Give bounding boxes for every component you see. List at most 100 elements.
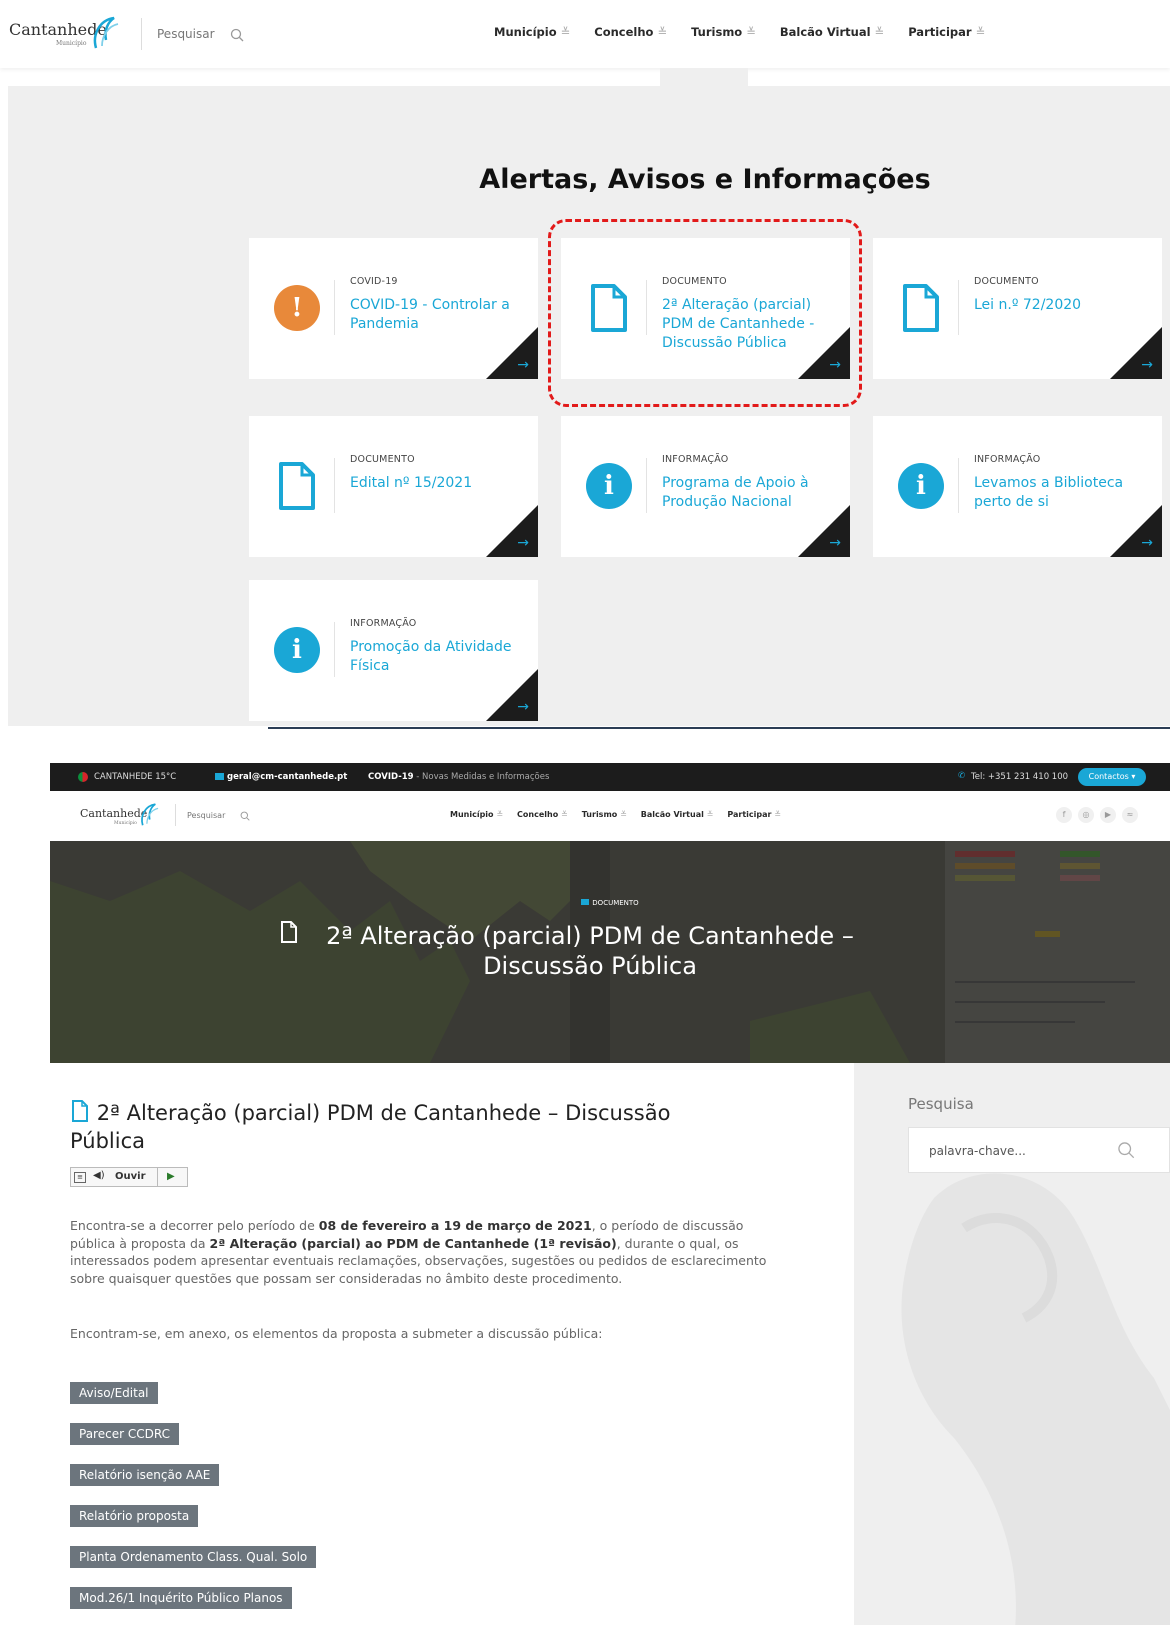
arrow-right-icon[interactable]: → — [517, 357, 529, 373]
hero-category: DOCUMENTO — [50, 899, 1170, 907]
menu-item-concelho[interactable]: Concelho ≚ — [517, 810, 568, 819]
horse-statue-image — [901, 1173, 1170, 1625]
nav-separator — [141, 18, 142, 50]
rss-icon[interactable]: ≈ — [1122, 807, 1138, 823]
nav-menu: Município ≚ Concelho ≚ Turismo ≚ Balcão … — [450, 810, 781, 819]
portugal-flag-icon — [78, 772, 88, 782]
arrow-right-icon[interactable]: → — [1141, 357, 1153, 373]
weather-info: CANTANHEDE 15°C — [94, 772, 177, 782]
sidebar-search-label: Pesquisa — [908, 1095, 974, 1113]
alert-card-atividade[interactable]: i INFORMAÇÃO Promoção da Atividade Físic… — [249, 580, 538, 721]
arrow-right-icon[interactable]: → — [517, 699, 529, 715]
chevron-down-icon: ≚ — [657, 25, 668, 39]
card-category: COVID-19 — [350, 276, 398, 287]
card-corner[interactable] — [486, 669, 538, 721]
contacts-button[interactable]: Contactos ▾ — [1078, 768, 1146, 786]
document-icon — [903, 284, 939, 332]
menu-item-concelho[interactable]: Concelho ≚ — [594, 25, 667, 39]
menu-item-turismo[interactable]: Turismo ≚ — [582, 810, 627, 819]
attachment-planta-ordenamento[interactable]: Planta Ordenamento Class. Qual. Solo — [70, 1546, 317, 1568]
card-category: DOCUMENTO — [350, 454, 415, 465]
alert-card-biblioteca[interactable]: i INFORMAÇÃO Levamos a Biblioteca perto … — [873, 416, 1162, 557]
card-title[interactable]: Edital nº 15/2021 — [350, 474, 530, 493]
logo-swirl-icon — [93, 16, 119, 49]
document-icon — [72, 1100, 88, 1122]
attachment-relatorio-proposta[interactable]: Relatório proposta — [70, 1505, 199, 1527]
logo-subtext: Município — [114, 821, 137, 826]
play-icon[interactable]: ▶ — [167, 1171, 175, 1182]
secondary-nav: Cantanhede Município Pesquisar Município… — [50, 791, 1170, 841]
chevron-down-icon: ≚ — [975, 25, 986, 39]
search-link[interactable]: Pesquisar — [187, 811, 225, 820]
card-corner[interactable] — [1110, 327, 1162, 379]
phone-number[interactable]: Tel: +351 231 410 100 — [971, 772, 1068, 782]
arrow-right-icon[interactable]: → — [1141, 535, 1153, 551]
email-link[interactable]: geral@cm-cantanhede.pt — [227, 772, 347, 782]
sidebar: Pesquisa palavra-chave... — [854, 1063, 1170, 1625]
alert-card-lei[interactable]: DOCUMENTO Lei n.º 72/2020 → — [873, 238, 1162, 379]
instagram-icon[interactable]: ◎ — [1078, 807, 1094, 823]
attachment-inquerito-publico[interactable]: Mod.26/1 Inquérito Público Planos — [70, 1587, 292, 1609]
menu-item-turismo[interactable]: Turismo ≚ — [691, 25, 756, 39]
menu-item-balcao-virtual[interactable]: Balcão Virtual ≚ — [641, 810, 714, 819]
chevron-down-icon: ≚ — [874, 25, 885, 39]
speaker-icon: ◀) — [93, 1170, 105, 1181]
document-icon — [279, 462, 315, 510]
card-corner[interactable] — [1110, 505, 1162, 557]
card-category: INFORMAÇÃO — [350, 618, 417, 629]
card-corner[interactable] — [486, 505, 538, 557]
ouvir-label[interactable]: Ouvir — [115, 1171, 146, 1182]
card-category: DOCUMENTO — [974, 276, 1039, 287]
menu-item-participar[interactable]: Participar ≚ — [727, 810, 781, 819]
logo-subtext: Município — [56, 40, 87, 47]
search-icon[interactable] — [240, 811, 250, 821]
card-category: INFORMAÇÃO — [662, 454, 729, 465]
hero-title: 2ª Alteração (parcial) PDM de Cantanhede… — [280, 921, 900, 981]
logo-swirl-icon — [141, 803, 159, 826]
sidebar-search-input[interactable]: palavra-chave... — [908, 1127, 1170, 1173]
facebook-icon[interactable]: f — [1056, 807, 1072, 823]
menu-icon[interactable]: ≡ — [74, 1172, 86, 1183]
alert-card-edital[interactable]: DOCUMENTO Edital nº 15/2021 → — [249, 416, 538, 557]
chevron-down-icon: ≚ — [560, 25, 571, 39]
exclamation-icon: ! — [274, 285, 320, 331]
top-screenshot: Cantanhede Município Pesquisar Município… — [0, 0, 1170, 730]
nav-menu: Município ≚ Concelho ≚ Turismo ≚ Balcão … — [494, 25, 985, 39]
search-placeholder: palavra-chave... — [929, 1144, 1026, 1158]
arrow-right-icon[interactable]: → — [829, 535, 841, 551]
alert-card-covid[interactable]: ! COVID-19 COVID-19 - Controlar a Pandem… — [249, 238, 538, 379]
info-icon: i — [898, 463, 944, 509]
chevron-down-icon: ≚ — [746, 25, 756, 39]
alert-card-programa[interactable]: i INFORMAÇÃO Programa de Apoio à Produçã… — [561, 416, 850, 557]
document-icon — [281, 921, 297, 943]
divider-line — [268, 727, 1170, 729]
youtube-icon[interactable]: ▶ — [1100, 807, 1116, 823]
arrow-right-icon[interactable]: → — [517, 535, 529, 551]
menu-item-balcao-virtual[interactable]: Balcão Virtual ≚ — [780, 25, 884, 39]
info-icon: i — [274, 627, 320, 673]
phone-icon: ✆ — [958, 771, 966, 781]
search-icon[interactable] — [1117, 1141, 1135, 1159]
info-icon: i — [586, 463, 632, 509]
search-icon[interactable] — [230, 28, 244, 42]
menu-item-municipio[interactable]: Município ≚ — [450, 810, 503, 819]
gray-tab — [660, 68, 748, 86]
bottom-screenshot: CANTANHEDE 15°C geral@cm-cantanhede.pt C… — [50, 763, 1170, 1625]
attachment-relatorio-isencao[interactable]: Relatório isenção AAE — [70, 1464, 220, 1486]
covid-link[interactable]: COVID-19 - Novas Medidas e Informações — [368, 772, 549, 782]
attachment-parecer-ccdrc[interactable]: Parecer CCDRC — [70, 1423, 179, 1445]
article-paragraph-2: Encontram-se, em anexo, os elementos da … — [70, 1326, 603, 1341]
main-nav: Cantanhede Município Pesquisar Município… — [0, 0, 1170, 68]
menu-item-participar[interactable]: Participar ≚ — [908, 25, 985, 39]
top-bar: CANTANHEDE 15°C geral@cm-cantanhede.pt C… — [50, 763, 1170, 791]
menu-item-municipio[interactable]: Município ≚ — [494, 25, 570, 39]
article-title: 2ª Alteração (parcial) PDM de Cantanhede… — [70, 1100, 671, 1153]
card-corner[interactable] — [486, 327, 538, 379]
read-aloud-widget[interactable]: ≡ ◀) Ouvir ▶ — [70, 1167, 188, 1187]
alerts-title: Alertas, Avisos e Informações — [479, 164, 931, 195]
attachment-aviso-edital[interactable]: Aviso/Edital — [70, 1382, 158, 1404]
search-link[interactable]: Pesquisar — [157, 27, 215, 41]
mail-icon — [215, 773, 224, 780]
card-corner[interactable] — [798, 505, 850, 557]
card-title[interactable]: Lei n.º 72/2020 — [974, 296, 1154, 315]
